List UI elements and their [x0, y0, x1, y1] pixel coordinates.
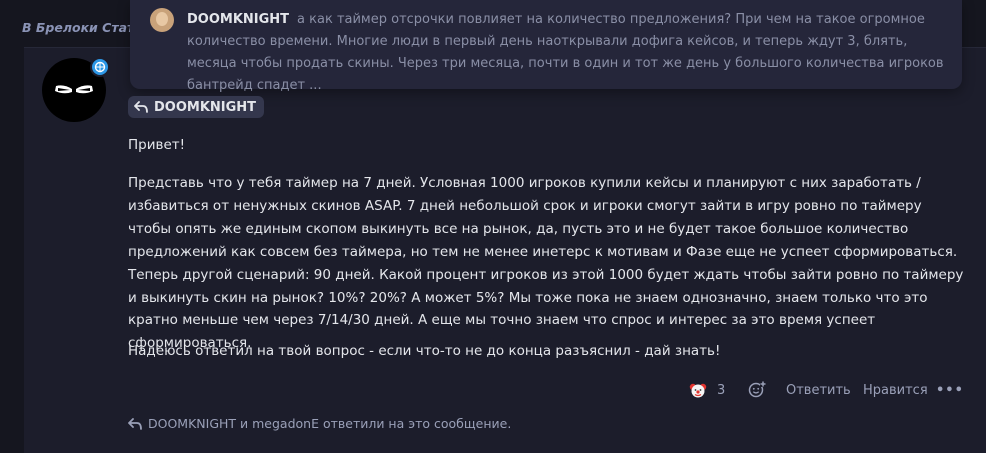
like-button[interactable]: Нравится: [863, 380, 928, 400]
verified-badge: [90, 57, 110, 77]
reaction-summary[interactable]: 3: [689, 380, 725, 400]
reply-button[interactable]: Ответить: [786, 380, 851, 400]
popup-quote-text: DOOMKNIGHT а как таймер отсрочки повлияет…: [187, 9, 947, 97]
quote-tag-author: DOOMKNIGHT: [154, 99, 257, 115]
add-reaction-icon[interactable]: [748, 380, 766, 398]
quote-preview-popup: DOOMKNIGHT а как таймер отсрочки повлияет…: [130, 0, 962, 93]
replies-summary-text: DOOMKNIGHT и megadonE ответили на это со…: [148, 416, 512, 431]
replies-summary[interactable]: DOOMKNIGHT и megadonE ответили на это со…: [128, 416, 511, 431]
verified-icon: [92, 59, 108, 75]
popup-author-name[interactable]: DOOMKNIGHT: [187, 12, 289, 27]
post-main-text: Представь что у тебя таймер на 7 дней. У…: [128, 175, 964, 352]
clown-face-icon: [689, 381, 707, 399]
post-closing-text: Надеюсь ответил на твой вопрос - если чт…: [128, 343, 721, 359]
reply-arrow-icon: [128, 417, 142, 430]
popup-quote-body: а как таймер отсрочки повлияет на количе…: [187, 12, 944, 93]
post-greeting: Привет!: [128, 137, 186, 153]
reply-arrow-icon: [134, 101, 148, 113]
reply-quote-tag[interactable]: DOOMKNIGHT: [128, 96, 265, 118]
popup-author-avatar[interactable]: [150, 8, 174, 32]
breadcrumb[interactable]: В Брелоки Стат: [22, 20, 130, 35]
more-options-button[interactable]: •••: [936, 380, 964, 400]
reaction-count: 3: [717, 382, 726, 398]
